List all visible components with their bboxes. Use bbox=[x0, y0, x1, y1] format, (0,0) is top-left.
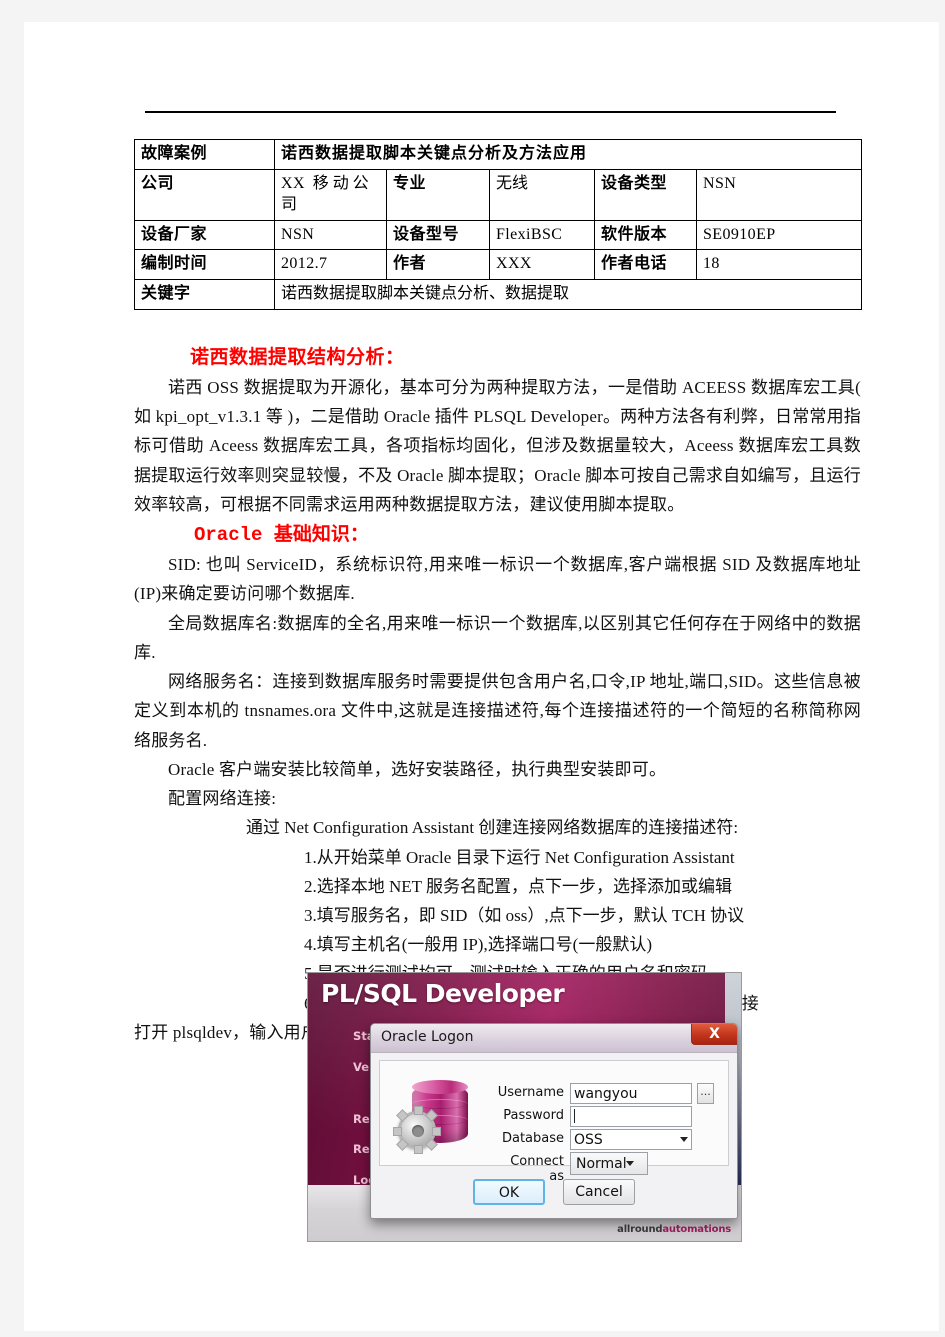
database-icon bbox=[393, 1080, 470, 1155]
splash-title: PL/SQL Developer bbox=[321, 979, 565, 1008]
connect-as-row: Connect as Normal bbox=[492, 1152, 722, 1184]
dialog-body: Username wangyou ... Password Database O… bbox=[371, 1053, 737, 1218]
cell-case-label: 故障案例 bbox=[134, 139, 275, 170]
text-caret bbox=[574, 1109, 575, 1123]
cell-author-value: XXX bbox=[489, 249, 595, 280]
paragraph-2: SID: 也叫 ServiceID，系统标识符,用来唯一标识一个数据库,客户端根… bbox=[134, 555, 861, 604]
list-item: 1.从开始菜单 Oracle 目录下运行 Net Configuration A… bbox=[304, 847, 735, 867]
database-label: Database bbox=[501, 1131, 564, 1146]
header-rule bbox=[145, 111, 836, 113]
password-input[interactable] bbox=[570, 1106, 692, 1127]
password-label: Password bbox=[503, 1108, 564, 1123]
username-input[interactable]: wangyou bbox=[570, 1083, 692, 1104]
list-item: 4.填写主机名(一般用 IP),选择端口号(一般默认) bbox=[304, 935, 653, 955]
cell-major-label: 专业 bbox=[386, 168, 490, 221]
document-body: 诺西数据提取结构分析： 诺西 OSS 数据提取为开源化，基本可分为两种提取方法，… bbox=[134, 342, 861, 1047]
table-row: 编制时间 2012.7 作者 XXX 作者电话 18 bbox=[134, 249, 863, 280]
list-item: 3.填写服务名，即 SID（如 oss）,点下一步，默认 TCH 协议 bbox=[304, 905, 745, 925]
cell-devtype-label: 设备类型 bbox=[594, 168, 697, 221]
credentials-group: Username wangyou ... Password Database O… bbox=[379, 1060, 729, 1184]
gear-icon bbox=[393, 1106, 441, 1154]
username-row: Username wangyou ... bbox=[492, 1083, 722, 1104]
cell-date-value: 2012.7 bbox=[274, 249, 387, 280]
connect-as-select[interactable]: Normal bbox=[570, 1152, 648, 1175]
paragraph-4: 网络服务名：连接到数据库服务时需要提供包含用户名,口令,IP 地址,端口,SID… bbox=[134, 672, 861, 750]
table-row: 公司 XX 移动公司 专业 无线 设备类型 NSN bbox=[134, 168, 863, 221]
username-label: Username bbox=[497, 1085, 564, 1100]
cell-model-label: 设备型号 bbox=[386, 219, 490, 251]
chevron-down-icon[interactable] bbox=[680, 1137, 688, 1142]
brand-prefix: allround bbox=[617, 1224, 663, 1235]
company-text: XX 移动公司 bbox=[281, 174, 369, 214]
cell-date-label: 编制时间 bbox=[134, 249, 275, 280]
section-heading-2: Oracle 基础知识： bbox=[194, 524, 369, 547]
brand-suffix: automations bbox=[662, 1224, 731, 1235]
case-info-table: 故障案例 诺西数据提取脚本关键点分析及方法应用 公司 XX 移动公司 专业 无线… bbox=[134, 139, 863, 310]
document-page: 故障案例 诺西数据提取脚本关键点分析及方法应用 公司 XX 移动公司 专业 无线… bbox=[0, 0, 945, 1337]
cell-vendor-label: 设备厂家 bbox=[134, 219, 275, 251]
close-icon[interactable]: X bbox=[691, 1024, 737, 1045]
cell-model-value: FlexiBSC bbox=[489, 219, 595, 251]
chevron-down-icon[interactable] bbox=[626, 1161, 634, 1166]
cell-author-label: 作者 bbox=[386, 249, 490, 280]
paragraph-6: 配置网络连接: bbox=[168, 789, 277, 809]
cell-phone-label: 作者电话 bbox=[594, 249, 697, 280]
cell-keywords-value: 诺西数据提取脚本关键点分析、数据提取 bbox=[273, 278, 863, 310]
cell-keywords-label: 关键字 bbox=[134, 278, 275, 310]
ok-button[interactable]: OK bbox=[473, 1179, 545, 1205]
list-item: 2.选择本地 NET 服务名配置，点下一步，选择添加或编辑 bbox=[304, 876, 732, 896]
paragraph-3: 全局数据库名:数据库的全名,用来唯一标识一个数据库,以区别其它任何存在于网络中的… bbox=[134, 613, 861, 662]
table-row: 设备厂家 NSN 设备型号 FlexiBSC 软件版本 SE0910EP bbox=[134, 219, 863, 251]
cell-devtype-value: NSN bbox=[695, 168, 863, 221]
section-heading-1: 诺西数据提取结构分析： bbox=[190, 347, 405, 368]
cell-vendor-value: NSN bbox=[274, 219, 387, 251]
cell-company-value: XX 移动公司 bbox=[274, 168, 387, 221]
oracle-logon-dialog: Oracle Logon X Username wangyou ... Pass… bbox=[370, 1023, 738, 1219]
cell-swver-label: 软件版本 bbox=[594, 219, 697, 251]
browse-button[interactable]: ... bbox=[697, 1083, 714, 1104]
cell-company-label: 公司 bbox=[134, 168, 275, 221]
cell-major-value: 无线 bbox=[489, 168, 595, 221]
dialog-titlebar[interactable]: Oracle Logon X bbox=[371, 1024, 737, 1053]
database-row: Database OSS bbox=[492, 1129, 722, 1150]
paragraph-1: 诺西 OSS 数据提取为开源化，基本可分为两种提取方法，一是借助 ACEESS … bbox=[134, 378, 861, 514]
paragraph-5: Oracle 客户端安装比较简单，选好安装路径，执行典型安装即可。 bbox=[168, 759, 667, 779]
page-inner: 故障案例 诺西数据提取脚本关键点分析及方法应用 公司 XX 移动公司 专业 无线… bbox=[24, 22, 939, 1331]
password-row: Password bbox=[492, 1106, 722, 1127]
embedded-screenshot: PL/SQL Developer Starting Version 9 Read… bbox=[307, 972, 742, 1242]
cell-phone-value: 18 bbox=[695, 249, 863, 280]
vendor-brand: allroundautomations bbox=[617, 1224, 731, 1235]
paragraph-7: 通过 Net Configuration Assistant 创建连接网络数据库… bbox=[246, 818, 739, 838]
table-row: 关键字 诺西数据提取脚本关键点分析、数据提取 bbox=[134, 278, 863, 310]
database-combobox[interactable]: OSS bbox=[570, 1129, 692, 1150]
cancel-button[interactable]: Cancel bbox=[563, 1179, 635, 1205]
table-row: 故障案例 诺西数据提取脚本关键点分析及方法应用 bbox=[134, 139, 863, 170]
cell-swver-value: SE0910EP bbox=[695, 219, 863, 251]
dialog-title: Oracle Logon bbox=[381, 1029, 474, 1045]
cell-case-title: 诺西数据提取脚本关键点分析及方法应用 bbox=[273, 139, 863, 170]
